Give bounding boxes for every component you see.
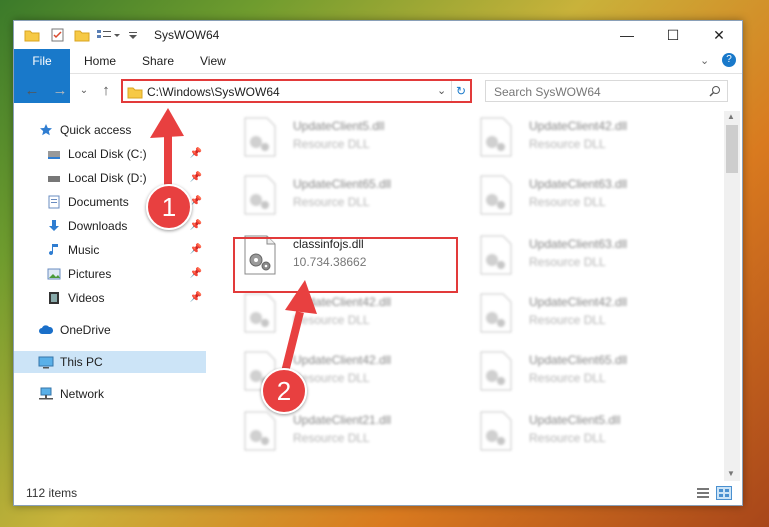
arrow-2-shaft bbox=[281, 311, 304, 373]
callout-badge-2: 2 bbox=[261, 368, 307, 414]
arrow-2-head bbox=[285, 280, 317, 314]
callout-arrows bbox=[150, 108, 317, 373]
callout-badge-1: 1 bbox=[146, 184, 192, 230]
arrow-1-head bbox=[150, 108, 184, 138]
